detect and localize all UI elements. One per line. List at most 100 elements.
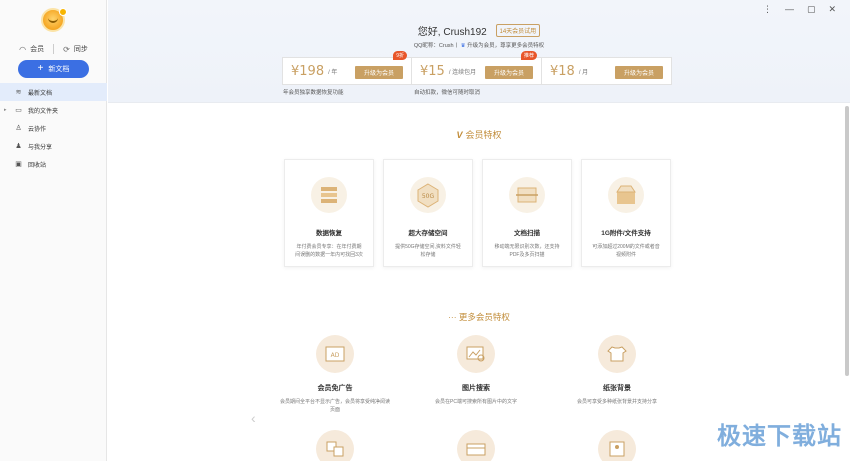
maximize-icon[interactable]: ▢ [807,4,816,15]
plan-list: ¥198 / 年 升级为会员 9折 ¥15 / 连续包月 升级为会员 推荐 ¥1… [282,51,672,85]
feature-desc: 会员期间全平台不显示广告，会员将享受纯净阅读页面 [280,399,391,413]
new-document-button[interactable]: + 新文档 [18,60,89,78]
privilege-card-scan[interactable]: 文档扫描 移动端无限识别次数，还支持PDF及多页扫描 [482,159,572,267]
feature-paper-bg[interactable]: 纸张背景 会员可享受多种纸张背景并支持分享 [562,335,672,406]
feature-title: 会员免广告 [317,385,353,392]
feature-desc: 会员可享受多种纸张背景并支持分享 [576,399,657,405]
image-search-icon [457,335,495,373]
card-title: 1G附件/文件支持 [601,230,651,237]
card-desc: 移动端无限识别次数，还支持PDF及多页扫描 [494,244,560,258]
sidebar-item-label: 回收站 [28,162,47,169]
plan-yearly[interactable]: ¥198 / 年 升级为会员 9折 [282,51,412,85]
avatar[interactable] [41,8,67,32]
sidebar-item-shared[interactable]: ♟ 与我分享 [0,137,107,155]
more-privileges-title: ··· 更多会员特权 [108,311,850,323]
chevron-right-icon[interactable]: ▸ [4,107,7,113]
upgrade-button[interactable]: 升级为会员 [355,66,403,79]
trash-icon: ▣ [15,161,22,168]
app-window: ◠ 会员 ⟳ 同步 + 新文档 ≋ 最新文档 ▸ ▭ 我的文件夹 ♙ 云协作 ♟… [0,0,850,461]
card-title: 文档扫描 [514,230,540,237]
qq-nickname: QQ昵称：Crush丨 [413,43,460,49]
sync-button[interactable]: 同步 [74,44,88,54]
sidebar-item-label: 与我分享 [28,144,53,151]
main-content: 您好, Crush192 14天会员试用 QQ昵称：Crush丨 ♛ 升级为会员… [108,0,850,461]
shirt-icon [598,335,636,373]
feature-id-card[interactable] [562,430,672,461]
sidebar-item-label: 最新文档 [28,90,53,97]
avatar-face [48,17,58,23]
upgrade-button[interactable]: 升级为会员 [485,66,533,79]
feature-desc: 会员在PC端可搜索所有图片中的文字 [435,399,517,405]
crown-icon: ♛ [460,43,466,49]
account-row: ◠ 会员 ⟳ 同步 [0,44,107,54]
plan-price: ¥18 [550,63,575,79]
card-desc: 年付费会员专享：在年付费期间误删的数据一年内可找回3次 [295,244,363,258]
privilege-card-attachment[interactable]: 1G附件/文件支持 可添加超过200M的文件或者音视频附件 [581,159,671,267]
chevron-left-icon[interactable]: ‹ [251,410,256,426]
person-icon: ♙ [15,125,22,132]
qq-line: QQ昵称：Crush丨 ♛ 升级为会员，尊享更多会员特权 [108,41,850,49]
dots-icon: ··· [448,312,457,322]
scrollbar[interactable] [844,18,850,458]
sidebar-item-collab[interactable]: ♙ 云协作 [0,119,107,137]
scrollbar-thumb[interactable] [845,106,849,376]
minimize-icon[interactable]: — [785,4,794,15]
card-desc: 提供50G存储空间,资料文件轻松存储 [395,244,461,258]
feature-image-search[interactable]: 图片搜索 会员在PC端可搜索所有图片中的文字 [421,335,531,406]
more-icon[interactable]: ⋮ [763,4,772,15]
feature-no-ads[interactable]: AD 会员免广告 会员期间全平台不显示广告，会员将享受纯净阅读页面 [280,335,390,414]
sidebar-item-label: 我的文件夹 [28,108,59,115]
privilege-card-recovery[interactable]: 数据恢复 年付费会员专享：在年付费期间误删的数据一年内可找回3次 [284,159,374,267]
plan-auto-monthly[interactable]: ¥15 / 连续包月 升级为会员 推荐 [412,51,542,85]
sidebar: ◠ 会员 ⟳ 同步 + 新文档 ≋ 最新文档 ▸ ▭ 我的文件夹 ♙ 云协作 ♟… [0,0,107,461]
recommend-tag: 推荐 [520,51,537,60]
ad-icon: AD [316,335,354,373]
card-title: 超大存储空间 [408,230,448,237]
more-title-text: 更多会员特权 [458,312,510,322]
plan-unit: / 年 [328,69,338,76]
sidebar-item-trash[interactable]: ▣ 回收站 [0,155,107,173]
privilege-cards: 数据恢复 年付费会员专享：在年付费期间误删的数据一年内可找回3次 50G 超大存… [284,159,671,267]
feature-title: 图片搜索 [462,385,490,392]
scan-icon [509,177,545,213]
layers-icon: ≋ [15,89,22,96]
plan-monthly[interactable]: ¥18 / 月 升级为会员 [542,57,672,85]
sidebar-item-folders[interactable]: ▸ ▭ 我的文件夹 [0,101,107,119]
folder-icon: ▭ [15,107,22,114]
plan-unit: / 连续包月 [448,69,477,76]
card-title: 数据恢复 [316,230,342,237]
upgrade-button[interactable]: 升级为会员 [615,66,663,79]
privileges-title: V 会员特权 [108,128,850,141]
trial-badge[interactable]: 14天会员试用 [495,24,541,37]
privileges-title-text: 会员特权 [465,130,502,140]
privilege-card-storage[interactable]: 50G 超大存储空间 提供50G存储空间,资料文件轻松存储 [383,159,473,267]
sidebar-nav: ≋ 最新文档 ▸ ▭ 我的文件夹 ♙ 云协作 ♟ 与我分享 ▣ 回收站 [0,83,107,173]
greeting-text: 您好, Crush192 [417,27,487,38]
discount-tag: 9折 [393,51,407,60]
wifi-icon: ◠ [19,44,27,54]
share-user-icon: ♟ [15,143,22,150]
close-icon[interactable]: ✕ [828,4,836,15]
plan-price: ¥15 [420,63,445,79]
divider [53,44,55,54]
plan-note: 年会员独享数据恢复功能 [283,90,344,96]
plan-note: 自动扣款，微信可随时取消 [414,90,481,96]
database-icon [311,177,347,213]
feature-card[interactable] [421,430,531,461]
vip-link[interactable]: 会员 [30,44,44,54]
storage-50g-icon: 50G [410,177,446,213]
sync-icon: ⟳ [63,44,70,54]
plus-icon: + [37,63,44,74]
vip-badge-icon [59,8,67,16]
feature-translate[interactable] [280,430,390,461]
svg-text:AD: AD [331,352,340,359]
sidebar-item-label: 云协作 [28,126,47,133]
more-features: AD 会员免广告 会员期间全平台不显示广告，会员将享受纯净阅读页面 图片搜索 会… [280,335,680,461]
feature-title: 纸张背景 [603,385,631,392]
membership-header: 您好, Crush192 14天会员试用 QQ昵称：Crush丨 ♛ 升级为会员… [108,0,850,103]
sidebar-item-recent[interactable]: ≋ 最新文档 [0,83,107,101]
plan-unit: / 月 [578,69,589,76]
promo-text: 升级为会员，尊享更多会员特权 [467,43,545,49]
translate-icon [316,430,354,461]
id-card-icon [598,430,636,461]
